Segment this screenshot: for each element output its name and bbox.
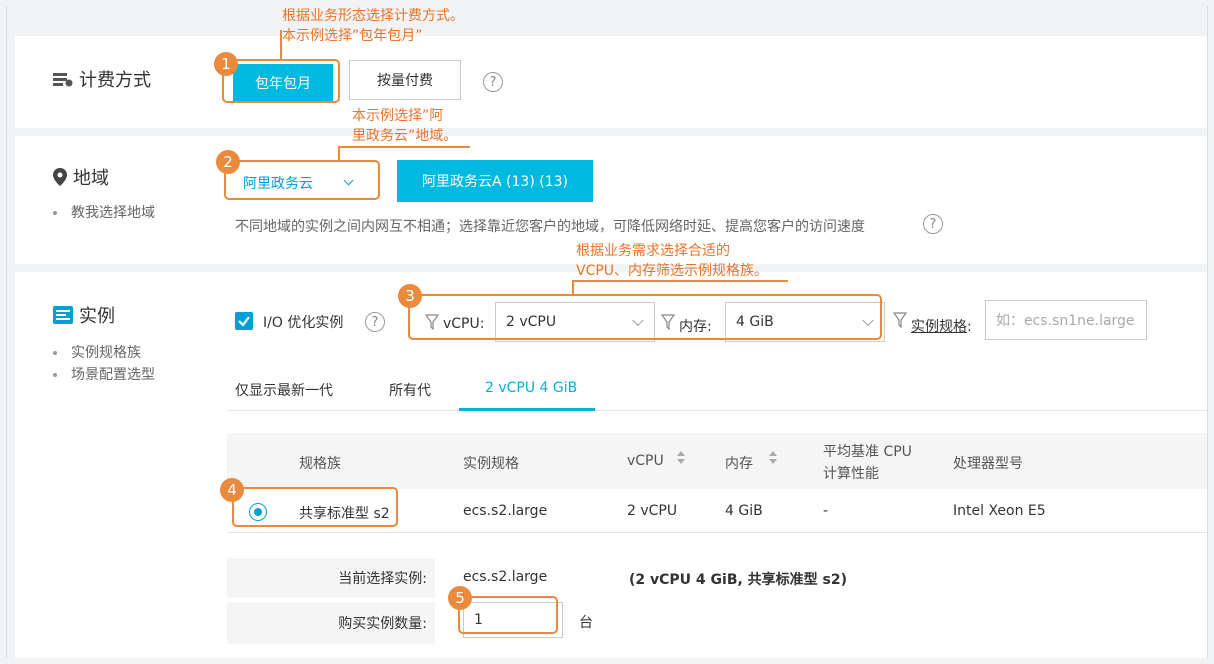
instance-family-link[interactable]: 实例规格族 <box>53 342 141 362</box>
tabs-divider <box>227 410 1207 411</box>
tab-2vcpu-4gib[interactable]: 2 vCPU 4 GiB <box>485 380 577 396</box>
pay-as-you-go-button[interactable]: 按量付费 <box>349 60 461 100</box>
region-section-title: 地域 <box>53 164 109 190</box>
col-vcpu[interactable]: vCPU <box>627 453 664 469</box>
col-processor: 处理器型号 <box>953 456 1023 472</box>
check-icon <box>238 316 250 327</box>
step5-highlight <box>458 596 558 634</box>
step2-leader-line-v <box>338 146 340 160</box>
current-instance-label: 当前选择实例: <box>227 558 435 598</box>
scenario-config-link[interactable]: 场景配置选型 <box>53 364 155 384</box>
active-tab-indicator <box>459 408 595 411</box>
step1-badge: 1 <box>214 52 238 76</box>
io-optimized-checkbox[interactable] <box>235 312 253 330</box>
quantity-unit: 台 <box>579 615 593 631</box>
step3-badge: 3 <box>398 284 422 308</box>
tab-all-generations[interactable]: 所有代 <box>389 380 431 400</box>
current-instance-detail: (2 vCPU 4 GiB, 共享标准型 s2) <box>629 572 848 588</box>
filter-icon <box>893 312 907 328</box>
row-cpu-perf: - <box>823 503 829 519</box>
col-cpu-perf-line1: 平均基准 CPU <box>823 444 912 460</box>
spec-search-placeholder: 如：ecs.sn1ne.large <box>996 313 1135 329</box>
step2-callout-line1: 本示例选择”阿 <box>352 108 444 124</box>
region-help-icon[interactable]: ? <box>923 214 943 234</box>
step3-highlight <box>408 294 882 340</box>
io-help-icon[interactable]: ? <box>365 312 385 332</box>
step5-badge: 5 <box>448 586 472 610</box>
zone-button[interactable]: 阿里政务云A (13) (13) <box>397 160 593 202</box>
instance-table-header: 规格族 实例规格 vCPU 内存 平均基准 CPU 计算性能 处理器型号 <box>227 433 1207 489</box>
region-title: 地域 <box>73 168 109 189</box>
location-pin-icon <box>53 168 67 186</box>
step2-badge: 2 <box>216 150 240 174</box>
billing-title: 计费方式 <box>79 70 151 91</box>
step3-leader-line-v <box>572 280 574 294</box>
step2-callout-line2: 里政务云”地域。 <box>352 128 458 144</box>
instance-server-icon <box>53 306 73 324</box>
step2-leader-line-h <box>338 146 470 148</box>
step1-callout-line1: 根据业务形态选择计费方式。 <box>282 8 464 24</box>
col-spec: 实例规格 <box>463 456 519 472</box>
step4-badge: 4 <box>220 478 244 502</box>
sort-memory-icon[interactable] <box>769 451 777 464</box>
tab-latest-generation[interactable]: 仅显示最新一代 <box>235 380 333 400</box>
region-note: 不同地域的实例之间内网互不相通；选择靠近您客户的地域，可降低网络时延、提高您客户… <box>235 219 865 235</box>
spec-filter-label[interactable]: 实例规格: <box>911 316 972 336</box>
step3-callout-line2: VCPU、内存筛选示例规格族。 <box>576 263 769 279</box>
row-processor: Intel Xeon E5 <box>953 503 1046 519</box>
step4-highlight <box>232 487 398 527</box>
billing-help-icon[interactable]: ? <box>483 72 503 92</box>
step1-highlight <box>222 59 340 103</box>
row-spec: ecs.s2.large <box>463 503 548 519</box>
step3-callout-line1: 根据业务需求选择合适的 <box>576 243 730 259</box>
row-vcpu: 2 vCPU <box>627 503 678 519</box>
io-optimized-label: I/O 优化实例 <box>263 315 344 331</box>
step1-callout-line2: 本示例选择”包年包月” <box>282 28 423 44</box>
col-cpu-perf-line2: 计算性能 <box>823 466 879 482</box>
sort-vcpu-icon[interactable] <box>677 451 685 464</box>
current-instance-value: ecs.s2.large <box>463 569 548 585</box>
col-family: 规格族 <box>299 456 341 472</box>
billing-section-title: 计费方式 <box>53 66 151 92</box>
region-help-link[interactable]: 教我选择地域 <box>53 202 155 222</box>
quantity-label: 购买实例数量: <box>227 602 435 644</box>
step2-highlight <box>224 160 380 200</box>
instance-title: 实例 <box>79 306 115 327</box>
billing-icon <box>53 73 73 87</box>
row-memory: 4 GiB <box>725 503 763 519</box>
instance-section-title: 实例 <box>53 302 115 328</box>
spec-search-input[interactable]: 如：ecs.sn1ne.large <box>985 300 1147 340</box>
billing-panel: 计费方式 包年包月 按量付费 ? <box>15 36 1207 128</box>
col-memory[interactable]: 内存 <box>725 453 753 473</box>
